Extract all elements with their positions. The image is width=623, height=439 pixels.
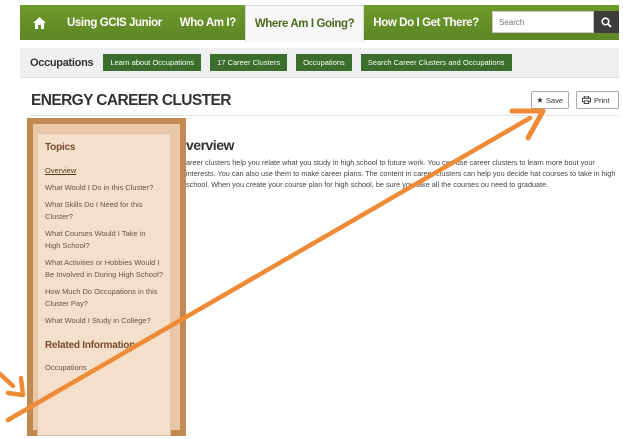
arrow-to-save	[5, 108, 546, 423]
annotation-arrows	[0, 108, 546, 423]
arrow-to-sidebar	[0, 371, 26, 398]
